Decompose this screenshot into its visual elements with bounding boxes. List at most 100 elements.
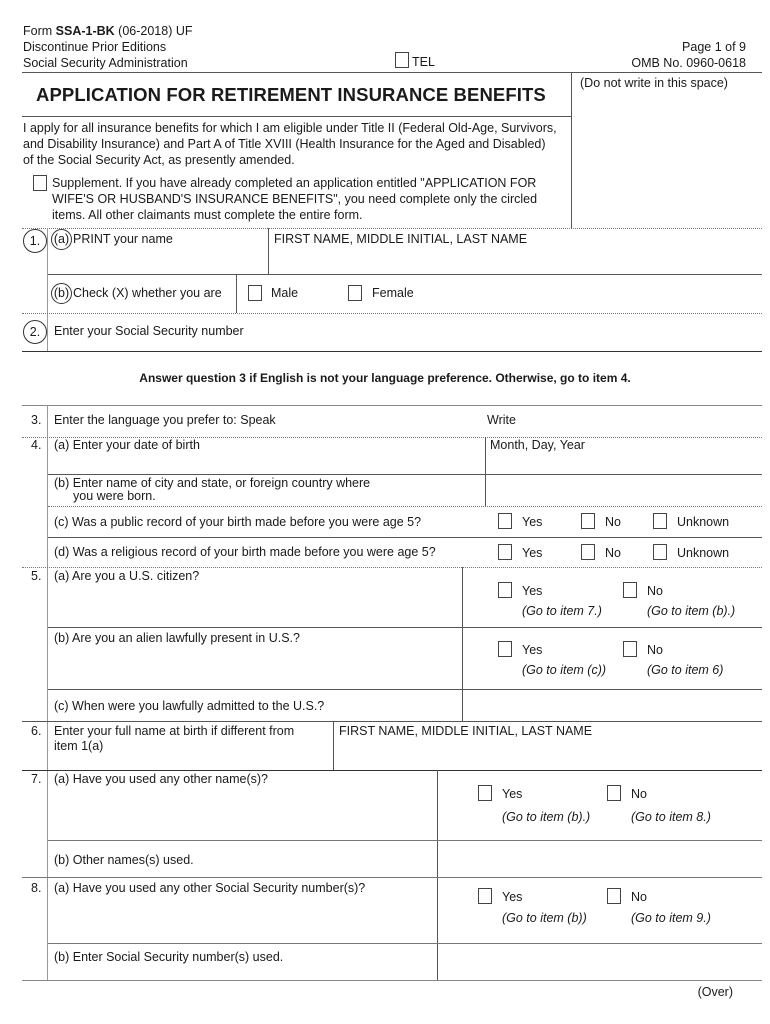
religious-record-unknown-checkbox[interactable]: [653, 544, 667, 560]
discontinue-note: Discontinue Prior Editions: [23, 40, 167, 54]
section-rule: [22, 405, 762, 406]
item-6-number: 6.: [31, 724, 42, 738]
row-rule: [48, 274, 762, 275]
male-checkbox[interactable]: [248, 285, 262, 301]
public-record-yes-label: Yes: [522, 515, 543, 529]
item-7-number: 7.: [31, 772, 42, 786]
birth-name-input[interactable]: [336, 740, 760, 768]
dob-field-label: Month, Day, Year: [490, 438, 585, 452]
item-1a-marker: (a): [51, 229, 72, 250]
other-ssn-input[interactable]: [440, 945, 760, 978]
item-1b-label: (b) Check (X) whether you are: [51, 283, 222, 304]
intro-line-3: of the Social Security Act, as presently…: [23, 153, 295, 167]
number-column-rule: [47, 228, 48, 351]
other-ssn-yes-label: Yes: [502, 890, 523, 904]
name-input[interactable]: [270, 248, 760, 272]
row-rule: [22, 721, 762, 722]
speak-language-input[interactable]: [330, 408, 480, 434]
section-rule: [22, 351, 762, 352]
row-rule: [48, 474, 762, 475]
intro-line-1: I apply for all insurance benefits for w…: [23, 121, 557, 135]
tel-checkbox[interactable]: [395, 52, 409, 68]
item-5-number: 5.: [31, 569, 42, 583]
row-rule: [22, 770, 762, 771]
item-1-number: 1.: [23, 229, 47, 253]
female-checkbox[interactable]: [348, 285, 362, 301]
omb-number: OMB No. 0960-0618: [631, 56, 746, 70]
write-label: Write: [487, 413, 516, 427]
supplement-line-3: items. All other claimants must complete…: [52, 208, 363, 222]
item-4-number: 4.: [31, 438, 42, 452]
citizen-yes-label: Yes: [522, 584, 543, 598]
item-4b-label-2: you were born.: [73, 489, 156, 503]
other-ssn-no-checkbox[interactable]: [607, 888, 621, 904]
page-title: APPLICATION FOR RETIREMENT INSURANCE BEN…: [36, 84, 546, 105]
other-names-no-checkbox[interactable]: [607, 785, 621, 801]
row-rule: [48, 840, 762, 841]
citizen-no-checkbox[interactable]: [623, 582, 637, 598]
tel-label: TEL: [412, 55, 435, 69]
ssn-input[interactable]: [300, 316, 760, 348]
other-names-yes-label: Yes: [502, 787, 523, 801]
office-use-area: [575, 90, 761, 227]
other-ssn-no-label: No: [631, 890, 647, 904]
citizen-no-hint: (Go to item (b).): [647, 604, 736, 618]
name-field-divider: [268, 228, 269, 274]
item-6-divider: [333, 721, 334, 770]
admission-date-input[interactable]: [465, 691, 760, 719]
supplement-checkbox[interactable]: [33, 175, 47, 191]
item-8-number: 8.: [31, 881, 42, 895]
agency-name: Social Security Administration: [23, 56, 188, 70]
intro-line-2: and Disability Insurance) and Part A of …: [23, 137, 546, 151]
item-4a-label: (a) Enter your date of birth: [54, 438, 200, 452]
form-id: Form SSA-1-BK (06-2018) UF: [23, 24, 193, 38]
alien-no-label: No: [647, 643, 663, 657]
alien-yes-checkbox[interactable]: [498, 641, 512, 657]
item-4b-label-1: (b) Enter name of city and state, or for…: [54, 476, 371, 490]
female-label: Female: [372, 286, 414, 300]
item-6-label-1: Enter your full name at birth if differe…: [54, 724, 295, 738]
row-rule: [22, 313, 762, 314]
religious-record-yes-label: Yes: [522, 546, 543, 560]
language-instruction: Answer question 3 if English is not your…: [139, 371, 631, 385]
other-ssn-yes-checkbox[interactable]: [478, 888, 492, 904]
alien-yes-hint: (Go to item (c)): [522, 663, 607, 677]
religious-record-no-label: No: [605, 546, 621, 560]
birthplace-input[interactable]: [488, 476, 760, 504]
item-6-label-2: item 1(a): [54, 739, 104, 753]
citizen-no-label: No: [647, 584, 663, 598]
row-rule: [48, 506, 762, 507]
item-2-number: 2.: [23, 320, 47, 344]
alien-no-checkbox[interactable]: [623, 641, 637, 657]
religious-record-no-checkbox[interactable]: [581, 544, 595, 560]
other-names-yes-hint: (Go to item (b).): [502, 810, 591, 824]
item-7b-label: (b) Other names(s) used.: [54, 853, 194, 867]
item-4d-label: (d) Was a religious record of your birth…: [54, 545, 436, 559]
row-rule: [48, 627, 762, 628]
item-5-divider: [462, 567, 463, 721]
write-language-input[interactable]: [522, 408, 760, 434]
other-names-input[interactable]: [440, 842, 760, 875]
public-record-no-label: No: [605, 515, 621, 529]
public-record-unknown-label: Unknown: [677, 515, 730, 529]
item-5c-label: (c) When were you lawfully admitted to t…: [54, 699, 325, 713]
item-5a-label: (a) Are you a U.S. citizen?: [54, 569, 200, 583]
office-use-note: (Do not write in this space): [580, 76, 728, 90]
number-column-rule: [47, 405, 48, 980]
other-names-yes-checkbox[interactable]: [478, 785, 492, 801]
office-use-divider: [571, 72, 572, 228]
form-bottom-rule: [22, 980, 762, 981]
religious-record-yes-checkbox[interactable]: [498, 544, 512, 560]
dob-input[interactable]: [488, 454, 760, 472]
public-record-no-checkbox[interactable]: [581, 513, 595, 529]
public-record-yes-checkbox[interactable]: [498, 513, 512, 529]
citizen-yes-checkbox[interactable]: [498, 582, 512, 598]
other-ssn-no-hint: (Go to item 9.): [631, 911, 711, 925]
over-note: (Over): [697, 985, 733, 999]
item-1b-marker: (b): [51, 283, 72, 304]
citizen-yes-hint: (Go to item 7.): [522, 604, 602, 618]
item-3-label: Enter the language you prefer to: Speak: [54, 413, 276, 427]
public-record-unknown-checkbox[interactable]: [653, 513, 667, 529]
alien-yes-label: Yes: [522, 643, 543, 657]
item-1a-label: (a) PRINT your name: [51, 229, 173, 250]
